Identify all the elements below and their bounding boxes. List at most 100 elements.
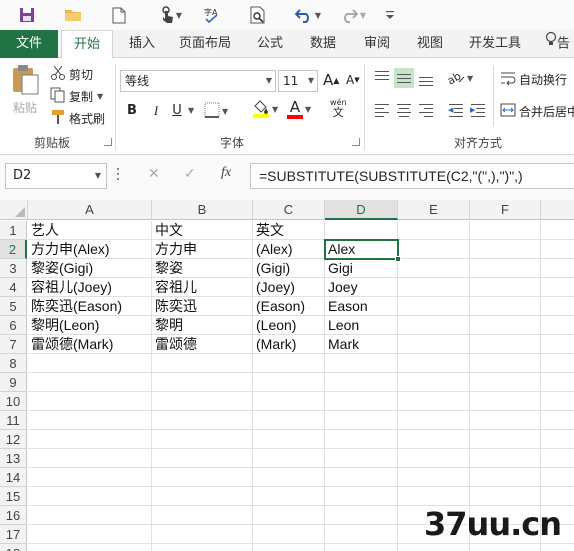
table-cell[interactable]	[152, 468, 253, 487]
table-cell[interactable]	[470, 278, 541, 297]
top-align-button[interactable]	[372, 68, 392, 88]
phonetic-guide-button[interactable]: wén 文	[330, 98, 347, 118]
table-cell[interactable]	[470, 487, 541, 506]
table-cell[interactable]	[253, 544, 325, 551]
table-cell[interactable]	[253, 430, 325, 449]
table-cell[interactable]	[398, 544, 470, 551]
table-cell[interactable]	[152, 487, 253, 506]
align-left-button[interactable]	[372, 100, 392, 120]
table-cell[interactable]	[253, 468, 325, 487]
table-cell[interactable]	[470, 449, 541, 468]
tab-tell-me[interactable]: 告	[545, 30, 574, 58]
underline-dropdown-icon[interactable]: ▼	[188, 106, 194, 115]
decrease-indent-button[interactable]: ◀	[446, 100, 466, 120]
undo-icon[interactable]: ▼	[291, 4, 325, 26]
tab-home[interactable]: 开始	[61, 30, 113, 59]
open-folder-icon[interactable]	[62, 4, 84, 26]
table-cell[interactable]	[325, 468, 398, 487]
table-cell[interactable]	[325, 221, 398, 240]
merge-center-button[interactable]: 合并后居中	[500, 102, 574, 121]
tab-developer[interactable]: 开发工具	[462, 30, 528, 58]
table-cell[interactable]: 容祖儿	[152, 278, 253, 297]
table-cell[interactable]: 容祖儿(Joey)	[28, 278, 152, 297]
table-cell[interactable]	[470, 468, 541, 487]
copy-button[interactable]: 复制 ▼	[50, 86, 103, 106]
table-cell[interactable]: 陈奕迅	[152, 297, 253, 316]
table-cell[interactable]	[398, 411, 470, 430]
table-cell[interactable]: 黎明	[152, 316, 253, 335]
table-cell[interactable]	[28, 411, 152, 430]
table-cell[interactable]	[541, 411, 574, 430]
table-cell[interactable]	[398, 430, 470, 449]
bottom-align-button[interactable]	[416, 68, 436, 88]
bold-button[interactable]: B	[122, 100, 142, 122]
fill-color-button[interactable]: ▼	[252, 100, 278, 118]
table-cell[interactable]	[541, 297, 574, 316]
table-cell[interactable]	[541, 259, 574, 278]
table-cell[interactable]	[398, 468, 470, 487]
table-cell[interactable]	[253, 506, 325, 525]
table-cell[interactable]	[152, 544, 253, 551]
table-cell[interactable]: Mark	[325, 335, 398, 354]
table-cell[interactable]	[470, 221, 541, 240]
table-cell[interactable]	[398, 373, 470, 392]
table-cell[interactable]	[398, 392, 470, 411]
table-cell[interactable]	[28, 506, 152, 525]
row-header[interactable]: 8	[0, 354, 27, 373]
column-header-next[interactable]	[541, 200, 574, 220]
font-launcher-icon[interactable]	[352, 138, 360, 146]
table-cell[interactable]: Gigi	[325, 259, 398, 278]
align-center-button[interactable]	[394, 100, 414, 120]
row-header[interactable]: 15	[0, 487, 27, 506]
row-header[interactable]: 9	[0, 373, 27, 392]
column-header-b[interactable]: B	[152, 200, 253, 220]
column-header-c[interactable]: C	[253, 200, 325, 220]
table-cell[interactable]: (Leon)	[253, 316, 325, 335]
customize-qat-icon[interactable]	[382, 4, 398, 26]
underline-button[interactable]: U	[167, 100, 187, 122]
table-cell[interactable]	[28, 487, 152, 506]
table-cell[interactable]: 雷颂德(Mark)	[28, 335, 152, 354]
table-cell[interactable]	[28, 544, 152, 551]
table-cell[interactable]	[325, 449, 398, 468]
table-cell[interactable]: (Mark)	[253, 335, 325, 354]
table-cell[interactable]	[325, 392, 398, 411]
table-cell[interactable]	[325, 373, 398, 392]
table-cell[interactable]: Alex	[325, 240, 398, 259]
table-cell[interactable]	[470, 354, 541, 373]
table-cell[interactable]	[541, 354, 574, 373]
table-cell[interactable]: (Eason)	[253, 297, 325, 316]
borders-button[interactable]: ▼	[204, 102, 228, 121]
redo-icon[interactable]: ▼	[336, 4, 370, 26]
table-cell[interactable]	[398, 278, 470, 297]
font-color-button[interactable]: A ▼	[287, 100, 311, 119]
table-cell[interactable]	[28, 354, 152, 373]
table-cell[interactable]	[325, 506, 398, 525]
table-cell[interactable]	[28, 525, 152, 544]
table-cell[interactable]: 黎姿	[152, 259, 253, 278]
table-cell[interactable]	[28, 430, 152, 449]
table-cell[interactable]	[398, 354, 470, 373]
table-cell[interactable]	[152, 392, 253, 411]
orientation-button[interactable]: ab ▼	[445, 68, 473, 89]
column-header-e[interactable]: E	[398, 200, 470, 220]
middle-align-button[interactable]	[394, 68, 414, 88]
new-file-icon[interactable]	[108, 4, 130, 26]
table-cell[interactable]	[398, 221, 470, 240]
table-cell[interactable]	[541, 240, 574, 259]
row-header[interactable]: 10	[0, 392, 27, 411]
table-cell[interactable]	[398, 240, 470, 259]
tab-file[interactable]: 文件	[0, 30, 58, 58]
table-cell[interactable]	[152, 354, 253, 373]
table-cell[interactable]	[541, 392, 574, 411]
table-cell[interactable]	[470, 544, 541, 551]
table-cell[interactable]	[541, 468, 574, 487]
table-cell[interactable]: Joey	[325, 278, 398, 297]
row-header[interactable]: 7	[0, 335, 27, 354]
table-cell[interactable]	[541, 316, 574, 335]
table-cell[interactable]	[28, 468, 152, 487]
table-cell[interactable]: Leon	[325, 316, 398, 335]
table-cell[interactable]: 方力申	[152, 240, 253, 259]
table-cell[interactable]: (Joey)	[253, 278, 325, 297]
table-cell[interactable]	[470, 373, 541, 392]
